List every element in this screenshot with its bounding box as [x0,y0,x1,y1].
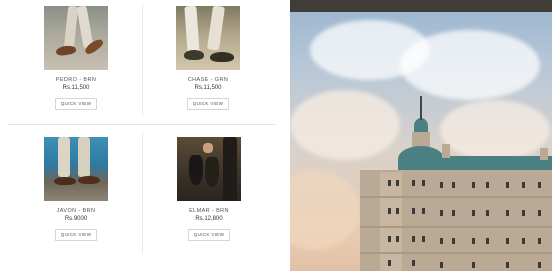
product-price: Rs.11,500 [62,85,90,91]
product-card: JAVON - BRN Rs.9000 QUICK VIEW [40,137,112,241]
product-price: Rs.12,800 [195,216,223,222]
hero-image [290,0,552,271]
product-card: ELMAR - BRN Rs.12,800 QUICK VIEW [173,137,245,241]
product-grid: PEDRO - BRN Rs.11,500 QUICK VIEW CHASE -… [0,0,282,271]
product-name[interactable]: CHASE - GRN [172,77,244,84]
product-image[interactable] [44,6,108,70]
product-card: CHASE - GRN Rs.11,500 QUICK VIEW [172,6,244,110]
quick-view-button[interactable]: QUICK VIEW [55,98,97,110]
product-name[interactable]: PEDRO - BRN [40,77,112,84]
quick-view-button[interactable]: QUICK VIEW [188,229,230,241]
column-divider [142,132,143,254]
row-divider [8,124,276,125]
product-image[interactable] [177,137,241,201]
product-name[interactable]: ELMAR - BRN [173,208,245,215]
product-name[interactable]: JAVON - BRN [40,208,112,215]
product-price: Rs.11,500 [194,85,222,91]
column-divider [142,4,143,116]
product-image[interactable] [44,137,108,201]
product-image[interactable] [176,6,240,70]
quick-view-button[interactable]: QUICK VIEW [55,229,97,241]
product-card: PEDRO - BRN Rs.11,500 QUICK VIEW [40,6,112,110]
quick-view-button[interactable]: QUICK VIEW [187,98,229,110]
product-price: Rs.9000 [64,216,88,222]
hero-top-strip [290,0,552,12]
